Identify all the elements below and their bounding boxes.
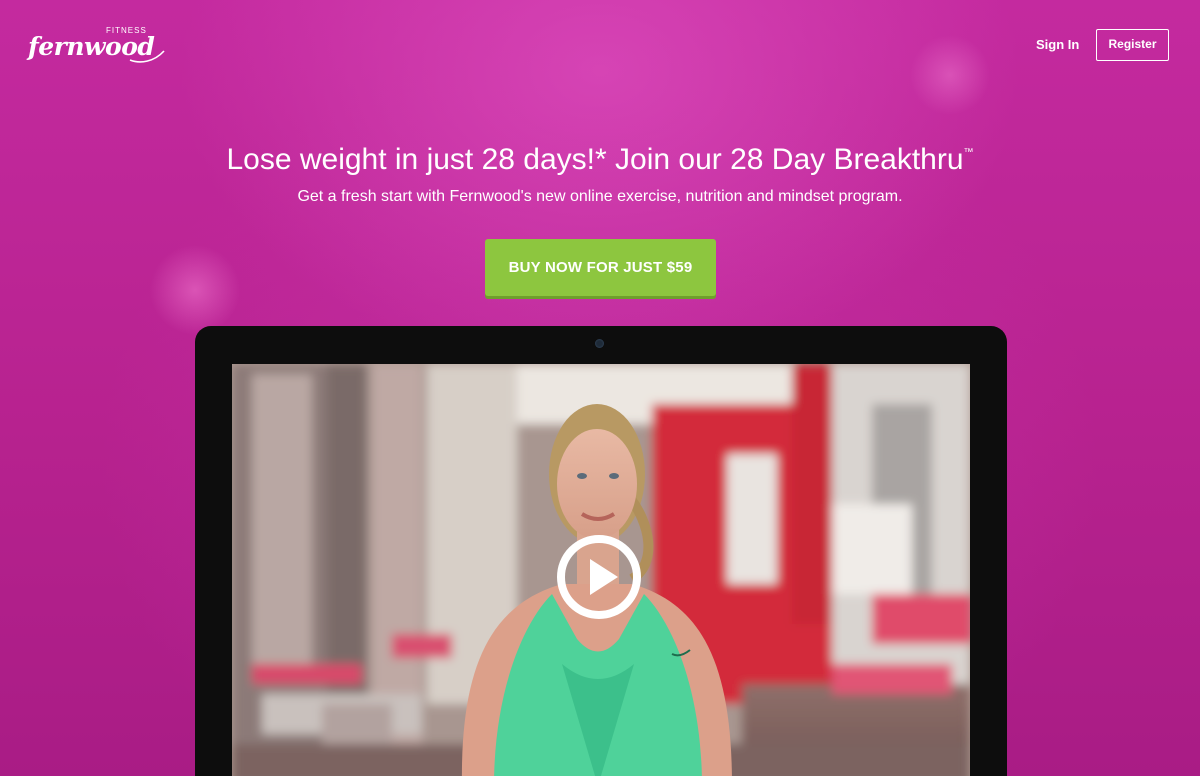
hero-headline: Lose weight in just 28 days!* Join our 2… <box>0 143 1200 177</box>
logo-swoosh-icon <box>129 50 165 63</box>
hero-headline-text: Lose weight in just 28 days!* Join our 2… <box>226 143 964 176</box>
play-icon[interactable] <box>554 532 644 622</box>
webcam-dot <box>595 339 604 348</box>
sign-in-link[interactable]: Sign In <box>1036 37 1079 52</box>
fernwood-logo[interactable]: FITNESS fernwood <box>28 26 168 72</box>
laptop-screen-frame <box>195 326 1007 776</box>
video-player[interactable] <box>232 364 970 776</box>
hero-subheading: Get a fresh start with Fernwood's new on… <box>297 188 903 205</box>
trademark-mark: ™ <box>963 147 974 158</box>
buy-now-button[interactable]: BUY NOW FOR JUST $59 <box>485 239 716 296</box>
register-button[interactable]: Register <box>1096 29 1169 61</box>
